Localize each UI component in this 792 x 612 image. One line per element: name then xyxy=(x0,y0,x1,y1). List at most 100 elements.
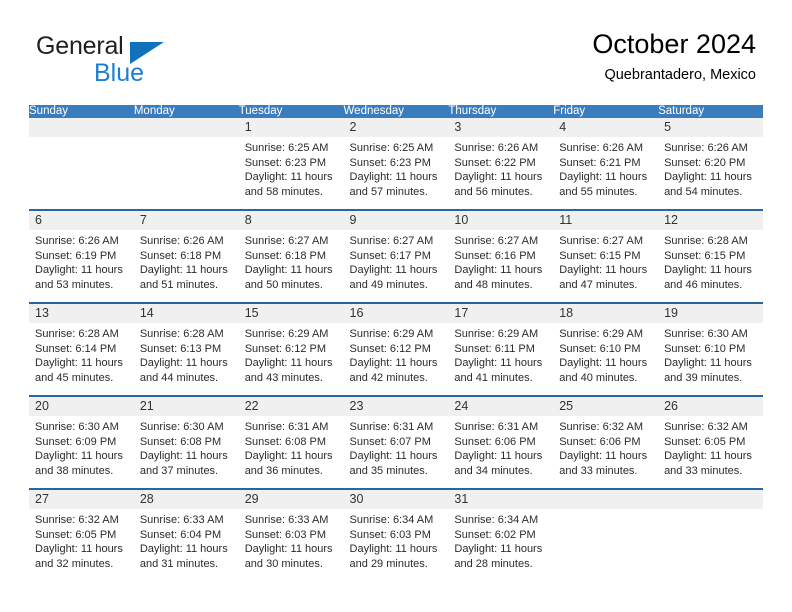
day-sun-info: Sunrise: 6:25 AM Sunset: 6:23 PM Daylight:… xyxy=(350,141,444,199)
day-number: 30 xyxy=(349,492,364,506)
week-detail-row: Sunrise: 6:30 AM Sunset: 6:09 PM Daylight:… xyxy=(29,416,763,488)
day-info-line: Sunset: 6:10 PM xyxy=(559,342,641,355)
day-detail-cell[interactable]: Sunrise: 6:26 AM Sunset: 6:19 PM Daylight:… xyxy=(29,230,134,302)
day-detail-cell[interactable]: Sunrise: 6:27 AM Sunset: 6:15 PM Daylight:… xyxy=(553,230,659,302)
day-number-cell[interactable]: 24 xyxy=(448,397,554,416)
day-info-line: Sunrise: 6:29 AM xyxy=(244,328,329,340)
day-number-cell[interactable]: 3 xyxy=(448,118,554,137)
day-number-cell[interactable]: 23 xyxy=(343,397,449,416)
day-number-cell[interactable]: 17 xyxy=(448,304,554,323)
day-detail-cell[interactable]: Sunrise: 6:29 AM Sunset: 6:12 PM Daylight:… xyxy=(238,323,344,395)
day-number: 12 xyxy=(664,213,678,227)
day-detail-cell[interactable]: Sunrise: 6:32 AM Sunset: 6:06 PM Daylight:… xyxy=(553,416,659,488)
day-detail-cell[interactable]: Sunrise: 6:28 AM Sunset: 6:13 PM Daylight:… xyxy=(133,323,239,395)
day-info-line: Daylight: 11 hours xyxy=(664,357,752,370)
day-detail-cell[interactable]: Sunrise: 6:27 AM Sunset: 6:17 PM Daylight:… xyxy=(343,230,449,302)
day-number-cell[interactable]: 2 xyxy=(343,118,449,137)
day-detail-cell[interactable]: Sunrise: 6:25 AM Sunset: 6:23 PM Daylight:… xyxy=(238,137,344,209)
day-number-cell[interactable]: 26 xyxy=(658,397,763,416)
day-detail-cell[interactable]: Sunrise: 6:30 AM Sunset: 6:09 PM Daylight:… xyxy=(29,416,134,488)
day-info-line: Sunset: 6:02 PM xyxy=(454,528,536,541)
day-info-line: and 54 minutes. xyxy=(664,185,743,198)
week-detail-row: Sunrise: 6:26 AM Sunset: 6:19 PM Daylight:… xyxy=(29,230,763,302)
day-number-cell[interactable]: 9 xyxy=(343,211,449,230)
day-number-cell[interactable]: 14 xyxy=(133,304,239,323)
day-number-cell[interactable]: 27 xyxy=(29,490,134,509)
day-number: 25 xyxy=(559,399,574,413)
day-detail-cell[interactable]: Sunrise: 6:25 AM Sunset: 6:23 PM Daylight:… xyxy=(343,137,449,209)
weekday-header-monday: Monday xyxy=(133,105,239,118)
day-number: 19 xyxy=(664,306,678,320)
day-info-line: Sunrise: 6:30 AM xyxy=(35,421,119,433)
day-detail-cell[interactable]: Sunrise: 6:28 AM Sunset: 6:14 PM Daylight:… xyxy=(29,323,134,395)
day-number-cell[interactable]: 15 xyxy=(238,304,344,323)
day-detail-cell[interactable]: Sunrise: 6:26 AM Sunset: 6:22 PM Daylight:… xyxy=(448,137,554,209)
day-number: 28 xyxy=(139,492,154,506)
day-info-line: and 30 minutes. xyxy=(244,557,323,570)
day-sun-info: Sunrise: 6:34 AM Sunset: 6:02 PM Daylight:… xyxy=(454,513,548,571)
day-info-line: Daylight: 11 hours xyxy=(244,450,333,463)
day-info-line: Sunrise: 6:26 AM xyxy=(664,142,748,154)
day-detail-cell[interactable]: Sunrise: 6:26 AM Sunset: 6:18 PM Daylight:… xyxy=(133,230,239,302)
day-number-cell[interactable]: 31 xyxy=(448,490,554,509)
day-detail-cell[interactable]: Sunrise: 6:28 AM Sunset: 6:15 PM Daylight:… xyxy=(658,230,763,302)
day-detail-cell[interactable]: Sunrise: 6:30 AM Sunset: 6:10 PM Daylight:… xyxy=(658,323,763,395)
day-number-cell[interactable]: 12 xyxy=(658,211,763,230)
day-detail-cell[interactable]: Sunrise: 6:26 AM Sunset: 6:21 PM Daylight:… xyxy=(553,137,659,209)
day-detail-cell[interactable]: Sunrise: 6:29 AM Sunset: 6:10 PM Daylight:… xyxy=(553,323,659,395)
day-detail-cell[interactable]: Sunrise: 6:32 AM Sunset: 6:05 PM Daylight:… xyxy=(658,416,763,488)
day-info-line: Sunset: 6:18 PM xyxy=(244,249,327,262)
day-number-cell[interactable]: 4 xyxy=(553,118,659,137)
day-number-cell[interactable]: 10 xyxy=(448,211,554,230)
day-number-cell[interactable]: 6 xyxy=(29,211,134,230)
day-number-cell[interactable]: 25 xyxy=(553,397,659,416)
day-info-line: and 58 minutes. xyxy=(244,185,323,198)
day-number-cell[interactable]: 19 xyxy=(658,304,763,323)
day-number-cell[interactable]: 16 xyxy=(343,304,449,323)
day-info-line: Sunset: 6:08 PM xyxy=(244,435,327,448)
day-info-line: Sunset: 6:22 PM xyxy=(454,156,536,169)
weekday-header-row: Sunday Monday Tuesday Wednesday Thursday… xyxy=(29,105,763,118)
day-number-cell[interactable]: 20 xyxy=(29,397,134,416)
week-date-row: 6 7 8 9 10 11 12 xyxy=(29,211,763,230)
day-number-cell[interactable]: 22 xyxy=(238,397,344,416)
day-info-line: Sunrise: 6:33 AM xyxy=(244,514,329,526)
day-number-cell[interactable]: 13 xyxy=(29,304,134,323)
day-info-line: Sunset: 6:07 PM xyxy=(349,435,431,448)
day-detail-cell[interactable]: Sunrise: 6:29 AM Sunset: 6:12 PM Daylight:… xyxy=(343,323,449,395)
day-detail-cell[interactable]: Sunrise: 6:26 AM Sunset: 6:20 PM Daylight:… xyxy=(658,137,763,209)
day-detail-cell[interactable]: Sunrise: 6:27 AM Sunset: 6:16 PM Daylight:… xyxy=(448,230,554,302)
day-number-cell[interactable]: 18 xyxy=(553,304,659,323)
day-detail-cell[interactable]: Sunrise: 6:33 AM Sunset: 6:03 PM Daylight:… xyxy=(238,509,344,581)
day-detail-cell[interactable]: Sunrise: 6:32 AM Sunset: 6:05 PM Daylight:… xyxy=(29,509,134,581)
day-info-line: Sunset: 6:23 PM xyxy=(244,156,327,169)
day-info-line: Sunset: 6:12 PM xyxy=(244,342,327,355)
day-detail-cell[interactable]: Sunrise: 6:33 AM Sunset: 6:04 PM Daylight:… xyxy=(133,509,239,581)
day-number-cell[interactable]: 8 xyxy=(238,211,344,230)
day-number-cell[interactable]: 5 xyxy=(658,118,763,137)
day-number-cell[interactable]: 21 xyxy=(133,397,239,416)
day-sun-info: Sunrise: 6:29 AM Sunset: 6:11 PM Daylight:… xyxy=(454,327,548,385)
day-number-cell[interactable]: 7 xyxy=(133,211,239,230)
day-number: 11 xyxy=(559,213,573,227)
day-info-line: Sunset: 6:16 PM xyxy=(454,249,536,262)
day-info-line: Sunset: 6:18 PM xyxy=(139,249,222,262)
day-detail-cell[interactable]: Sunrise: 6:31 AM Sunset: 6:06 PM Daylight:… xyxy=(448,416,554,488)
day-detail-cell[interactable]: Sunrise: 6:31 AM Sunset: 6:08 PM Daylight:… xyxy=(238,416,344,488)
day-detail-cell[interactable]: Sunrise: 6:27 AM Sunset: 6:18 PM Daylight:… xyxy=(238,230,344,302)
day-detail-cell[interactable]: Sunrise: 6:34 AM Sunset: 6:02 PM Daylight:… xyxy=(448,509,554,581)
day-detail-cell[interactable]: Sunrise: 6:29 AM Sunset: 6:11 PM Daylight:… xyxy=(448,323,554,395)
day-number-cell[interactable]: 1 xyxy=(238,118,344,137)
day-number-cell[interactable]: 29 xyxy=(238,490,344,509)
day-detail-cell[interactable]: Sunrise: 6:30 AM Sunset: 6:08 PM Daylight:… xyxy=(133,416,239,488)
day-info-line: Sunset: 6:04 PM xyxy=(139,528,222,541)
day-number-cell[interactable]: 11 xyxy=(553,211,659,230)
day-number-cell[interactable]: 28 xyxy=(133,490,239,509)
day-number-cell[interactable]: 30 xyxy=(343,490,449,509)
day-info-line: Sunset: 6:15 PM xyxy=(664,249,746,262)
general-blue-logo[interactable]: General Blue xyxy=(36,32,216,90)
day-info-line: and 51 minutes. xyxy=(139,278,219,291)
day-info-line: and 53 minutes. xyxy=(35,278,114,291)
day-detail-cell[interactable]: Sunrise: 6:34 AM Sunset: 6:03 PM Daylight:… xyxy=(343,509,449,581)
day-detail-cell[interactable]: Sunrise: 6:31 AM Sunset: 6:07 PM Daylight:… xyxy=(343,416,449,488)
